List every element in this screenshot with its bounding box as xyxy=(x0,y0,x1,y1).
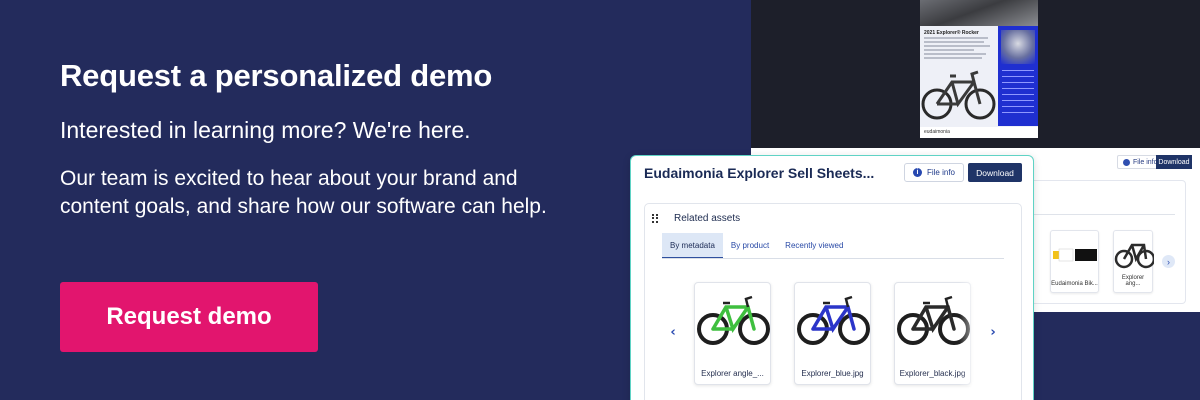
tab-by-metadata[interactable]: By metadata xyxy=(662,233,723,258)
promo-subhead: Interested in learning more? We're here. xyxy=(60,117,471,143)
background-thumbnail[interactable]: Explorer ang... xyxy=(1113,230,1156,293)
related-assets-panel: Related assets By metadata By product Re… xyxy=(644,203,1022,400)
thumbnail-caption: Explorer angle_... xyxy=(701,369,764,378)
sell-sheet-hero-image xyxy=(920,0,1038,26)
download-button[interactable]: Download xyxy=(968,163,1022,182)
sell-sheet-spec-panel xyxy=(998,26,1038,126)
sell-sheet-thumbnail-icon xyxy=(1053,248,1097,262)
promo-body: Our team is excited to hear about your b… xyxy=(60,167,547,218)
blue-bike-image-icon xyxy=(797,295,870,345)
thumbnail-caption: Explorer_black.jpg xyxy=(899,369,966,378)
file-info-label: File info xyxy=(926,168,955,177)
related-asset-thumbnail[interactable]: Explorer angle_... xyxy=(694,282,771,385)
info-icon xyxy=(1123,158,1130,166)
carousel-prev-arrow-icon[interactable]: ‹ xyxy=(666,325,680,340)
background-file-info-label: File info xyxy=(1133,158,1158,166)
asset-detail-card: Eudaimonia Explorer Sell Sheets... i Fil… xyxy=(630,155,1034,400)
related-assets-tabs: By metadata By product Recently viewed xyxy=(662,233,851,258)
file-info-button[interactable]: i File info xyxy=(904,163,964,182)
drag-handle-icon[interactable] xyxy=(652,214,658,223)
background-thumbnail-caption: Explorer ang... xyxy=(1121,275,1145,287)
tab-recently-viewed[interactable]: Recently viewed xyxy=(777,233,851,258)
related-asset-thumbnail[interactable]: Explorer_blue.jpg xyxy=(794,282,871,385)
background-thumbnail-caption: Eudaimonia Bik... xyxy=(1051,281,1098,287)
sell-sheet-footer: eudaimonia xyxy=(920,127,1038,138)
background-thumbnail[interactable]: Eudaimonia Bik... xyxy=(1050,230,1099,293)
tabs-divider xyxy=(662,258,1004,259)
request-demo-button[interactable]: Request demo xyxy=(60,282,318,352)
sell-sheet-text-lines xyxy=(924,37,992,61)
carousel-next-arrow-icon[interactable]: › xyxy=(986,325,1000,340)
related-assets-title: Related assets xyxy=(674,213,741,224)
bike-thumbnail-icon xyxy=(1114,243,1156,269)
thumbnail-caption: Explorer_blue.jpg xyxy=(801,369,864,378)
background-next-arrow-icon[interactable]: › xyxy=(1162,255,1175,268)
background-download-button[interactable]: Download xyxy=(1156,155,1192,169)
bike-illustration-icon xyxy=(921,70,996,120)
asset-title: Eudaimonia Explorer Sell Sheets... xyxy=(644,165,875,181)
info-icon: i xyxy=(912,168,922,177)
promo-headline: Request a personalized demo xyxy=(60,58,493,93)
background-tab-divider xyxy=(1034,214,1175,215)
carousel-fade-overlay xyxy=(959,282,989,386)
sell-sheet-preview: 2021 Explorer® Rocker eudaimonia xyxy=(920,0,1038,138)
rider-photo xyxy=(1001,30,1035,64)
sell-sheet-title: 2021 Explorer® Rocker xyxy=(924,30,979,36)
tab-by-product[interactable]: By product xyxy=(723,233,777,258)
green-bike-image-icon xyxy=(697,295,770,345)
